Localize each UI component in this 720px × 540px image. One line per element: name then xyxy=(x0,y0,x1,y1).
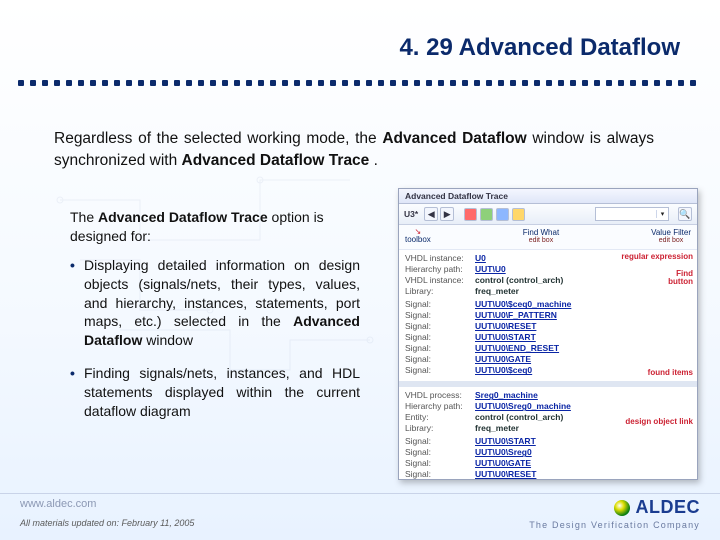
find-button[interactable]: 🔍 xyxy=(678,207,692,221)
toolbox-icon[interactable] xyxy=(496,208,509,221)
object-link[interactable]: UUT\U0\$ceq0 xyxy=(475,365,532,375)
field-key: Signal: xyxy=(405,343,471,353)
footer-update: All materials updated on: February 11, 2… xyxy=(20,518,194,528)
field-key: Signal: xyxy=(405,299,471,309)
field-key: Signal: xyxy=(405,321,471,331)
window-titlebar: Advanced Dataflow Trace xyxy=(399,189,697,204)
slide: 4. 29 Advanced Dataflow Regardless of th… xyxy=(0,0,720,540)
object-link[interactable]: UUT\U0\Sreg0 xyxy=(475,447,532,457)
object-link[interactable]: UUT\U0\RESET xyxy=(475,469,536,479)
intro-paragraph: Regardless of the selected working mode,… xyxy=(54,128,654,173)
logo-icon xyxy=(614,500,630,516)
field-key: Signal: xyxy=(405,447,471,457)
object-link[interactable]: UUT\U0\GATE xyxy=(475,458,531,468)
field-key: Signal: xyxy=(405,436,471,446)
field-value: control (control_arch) xyxy=(475,275,563,285)
panels: VHDL instance: U0 Hierarchy path: UUT\U0 V… xyxy=(399,250,697,479)
toolbox-icon[interactable] xyxy=(480,208,493,221)
toolbar: U3* ◀ ▶ ▾ 🔍 xyxy=(399,204,697,225)
field-value: control (control_arch) xyxy=(475,412,563,422)
annotation-label: Value Filter xyxy=(651,229,691,237)
annotation-value-filter: Value Filter edit box xyxy=(651,229,691,245)
object-link[interactable]: UUT\U0\START xyxy=(475,332,536,342)
annotation-row: ↘ toolbox Find What edit box Value Filte… xyxy=(399,225,697,250)
annotation-toolbox: ↘ toolbox xyxy=(405,228,431,245)
field-key: Signal: xyxy=(405,354,471,364)
bullet-item: Finding signals/nets, instances, and HDL… xyxy=(70,364,360,421)
annotation-label: toolbox xyxy=(405,236,431,244)
field-key: Signal: xyxy=(405,365,471,375)
bullet-item: Displaying detailed information on desig… xyxy=(70,256,360,350)
field-key: Library: xyxy=(405,286,471,296)
object-link[interactable]: UUT\U0\GATE xyxy=(475,354,531,364)
object-link[interactable]: UUT\U0\F_PATTERN xyxy=(475,310,557,320)
brand-logo: ALDEC xyxy=(614,497,701,518)
callout-found-items: found items xyxy=(648,368,693,377)
annotation-sub: edit box xyxy=(523,237,559,244)
object-link[interactable]: Sreg0_machine xyxy=(475,390,538,400)
field-key: Signal: xyxy=(405,469,471,479)
callout-regex: regular expression xyxy=(621,252,693,261)
text: window xyxy=(146,332,193,348)
toolbar-icon-group xyxy=(464,208,525,221)
text: Regardless of the selected working mode,… xyxy=(54,130,382,147)
pane-process: VHDL process: Sreg0_machine Hierarchy pat… xyxy=(399,387,697,479)
object-link[interactable]: UUT\U0\RESET xyxy=(475,321,536,331)
slide-title: 4. 29 Advanced Dataflow xyxy=(399,34,680,62)
object-link[interactable]: UUT\U0\START xyxy=(475,436,536,446)
footer-divider xyxy=(0,493,720,494)
field-key: Entity: xyxy=(405,412,471,422)
nav-prev-button[interactable]: ◀ xyxy=(424,207,438,221)
toolbox-icon[interactable] xyxy=(464,208,477,221)
text-bold: Advanced Dataflow Trace xyxy=(98,209,268,225)
brand-tagline: The Design Verification Company xyxy=(529,520,700,530)
breadcrumb-text: U3* xyxy=(404,209,418,219)
brand-name: ALDEC xyxy=(636,497,701,518)
annotation-find-what: Find What edit box xyxy=(523,229,559,245)
chevron-down-icon[interactable]: ▾ xyxy=(656,210,668,218)
field-value: freq_meter xyxy=(475,423,519,433)
footer-url: www.aldec.com xyxy=(20,498,96,510)
pane-instance: VHDL instance: U0 Hierarchy path: UUT\U0 V… xyxy=(399,250,697,387)
text-bold: Advanced Dataflow xyxy=(382,130,526,147)
nav-next-button[interactable]: ▶ xyxy=(440,207,454,221)
trace-window-screenshot: Advanced Dataflow Trace U3* ◀ ▶ ▾ 🔍 ↘ xyxy=(398,188,698,480)
field-key: Library: xyxy=(405,423,471,433)
field-value: freq_meter xyxy=(475,286,519,296)
divider-dots xyxy=(18,80,702,90)
callout-find-button: Findbutton xyxy=(668,270,693,286)
field-key: VHDL process: xyxy=(405,390,471,400)
callout-design-object-link: design object link xyxy=(625,417,693,426)
nav-buttons: ◀ ▶ xyxy=(424,207,454,221)
object-link[interactable]: U0 xyxy=(475,253,486,263)
field-key: Hierarchy path: xyxy=(405,401,471,411)
find-what-input[interactable] xyxy=(596,210,656,219)
field-key: Signal: xyxy=(405,458,471,468)
lead-line: The Advanced Dataflow Trace option is de… xyxy=(70,208,360,246)
field-key: VHDL instance: xyxy=(405,253,471,263)
body-left: The Advanced Dataflow Trace option is de… xyxy=(70,208,360,435)
object-link[interactable]: UUT\U0\END_RESET xyxy=(475,343,559,353)
field-key: Signal: xyxy=(405,332,471,342)
text: . xyxy=(374,152,378,169)
object-link[interactable]: UUT\U0 xyxy=(475,264,506,274)
toolbox-icon[interactable] xyxy=(512,208,525,221)
find-what-combo[interactable]: ▾ xyxy=(595,207,669,221)
field-key: VHDL instance: xyxy=(405,275,471,285)
annotation-label: Find What xyxy=(523,229,559,237)
object-link[interactable]: UUT\U0\$ceq0_machine xyxy=(475,299,571,309)
field-key: Hierarchy path: xyxy=(405,264,471,274)
field-key: Signal: xyxy=(405,310,471,320)
text: The xyxy=(70,209,98,225)
object-link[interactable]: UUT\U0\Sreg0_machine xyxy=(475,401,571,411)
text-bold: Advanced Dataflow Trace xyxy=(182,152,370,169)
annotation-sub: edit box xyxy=(651,237,691,244)
